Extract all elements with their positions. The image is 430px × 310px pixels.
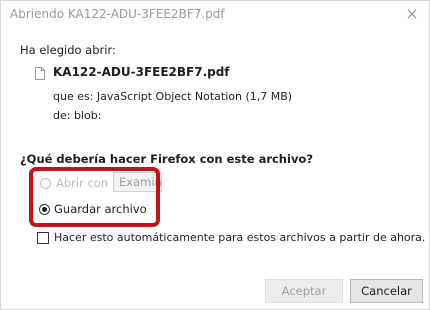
open-with-radio[interactable] — [40, 178, 51, 189]
auto-action-checkbox[interactable] — [37, 232, 49, 244]
title-bar: Abriendo KA122-ADU-3FEE2BF7.pdf — [1, 1, 429, 29]
document-icon — [35, 67, 45, 80]
accept-button[interactable]: Aceptar — [265, 279, 343, 303]
save-file-radio[interactable] — [39, 204, 50, 215]
file-name: KA122-ADU-3FEE2BF7.pdf — [53, 65, 230, 79]
close-button[interactable] — [403, 5, 421, 23]
cancel-button[interactable]: Cancelar — [350, 279, 423, 303]
open-with-select[interactable]: Examinar... — [113, 172, 162, 192]
file-type: que es: JavaScript Object Notation (1,7 … — [53, 90, 293, 103]
open-with-label[interactable]: Abrir con — [56, 176, 108, 190]
auto-action-label[interactable]: Hacer esto automáticamente para estos ar… — [54, 231, 425, 244]
download-dialog: Abriendo KA122-ADU-3FEE2BF7.pdf Ha elegi… — [0, 0, 430, 310]
close-icon — [407, 9, 417, 19]
file-source: de: blob: — [53, 109, 102, 122]
intro-label: Ha elegido abrir: — [20, 43, 116, 57]
save-file-label[interactable]: Guardar archivo — [54, 202, 147, 216]
window-title: Abriendo KA122-ADU-3FEE2BF7.pdf — [10, 7, 225, 21]
action-question: ¿Qué debería hacer Firefox con este arch… — [20, 152, 314, 166]
